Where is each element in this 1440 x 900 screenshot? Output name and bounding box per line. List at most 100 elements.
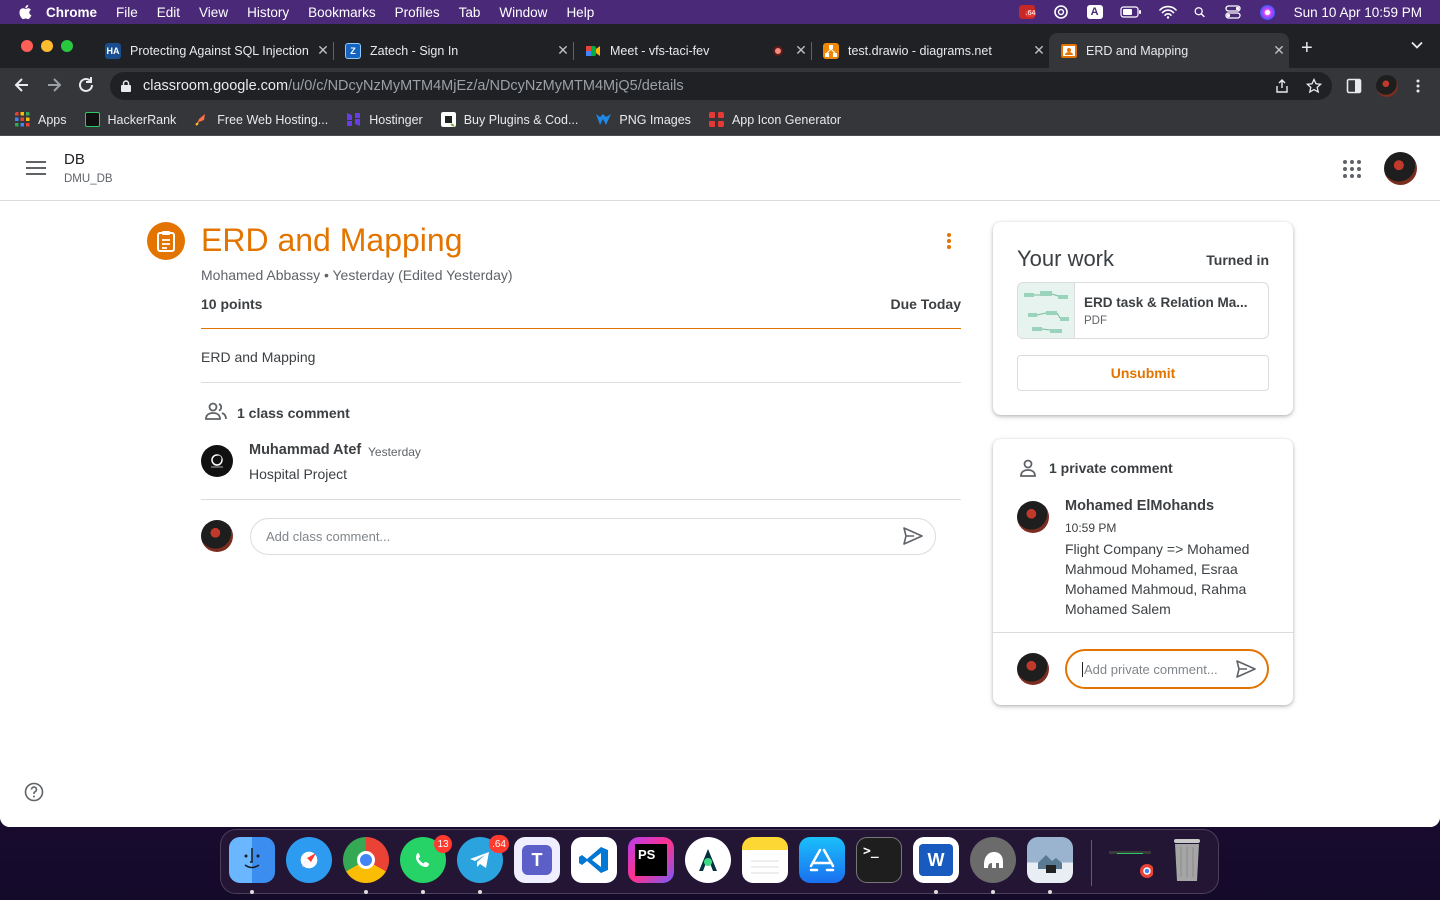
menu-window[interactable]: Window — [499, 5, 547, 20]
menu-bar: Chrome File Edit View History Bookmarks … — [0, 0, 1440, 24]
comment-text: Hospital Project — [249, 466, 348, 482]
tab-meet[interactable]: Meet - vfs-taci-fev ✕ — [573, 33, 811, 68]
side-panel-icon[interactable] — [1346, 78, 1362, 94]
menu-profiles[interactable]: Profiles — [395, 5, 440, 20]
tab-sql-injection[interactable]: HA Protecting Against SQL Injection ✕ — [93, 33, 333, 68]
dock-vscode-icon[interactable] — [571, 837, 617, 883]
bookmark-label: Apps — [38, 112, 67, 127]
window-zoom-button[interactable] — [61, 40, 73, 52]
back-arrow-icon[interactable] — [12, 75, 32, 95]
assignment-due: Due Today — [890, 296, 961, 312]
bookmark-png-images[interactable]: PNG Images — [596, 112, 691, 127]
send-icon[interactable] — [1236, 660, 1256, 678]
profile-avatar[interactable] — [1376, 75, 1398, 97]
battery-icon[interactable] — [1120, 5, 1142, 19]
dock-app-store-icon[interactable] — [799, 837, 845, 883]
my-avatar — [201, 520, 233, 552]
assignment-meta: Mohamed Abbassy • Yesterday (Edited Yest… — [201, 267, 513, 283]
menu-view[interactable]: View — [199, 5, 228, 20]
tab-close-icon[interactable]: ✕ — [1029, 42, 1049, 59]
my-avatar — [1017, 653, 1049, 685]
menu-history[interactable]: History — [247, 5, 289, 20]
help-icon[interactable] — [24, 782, 44, 802]
bookmark-free-web-hosting[interactable]: Free Web Hosting... — [194, 112, 328, 127]
dock-safari-icon[interactable] — [286, 837, 332, 883]
wifi-icon[interactable] — [1158, 5, 1177, 19]
class-comment-input[interactable]: Add class comment... — [250, 518, 936, 555]
hamburger-menu-icon[interactable] — [26, 160, 46, 176]
input-source-icon[interactable]: A — [1086, 5, 1103, 19]
tab-close-icon[interactable]: ✕ — [791, 42, 811, 59]
bookmark-hostinger[interactable]: Hostinger — [346, 112, 423, 127]
class-name[interactable]: DB — [64, 151, 85, 168]
menu-edit[interactable]: Edit — [157, 5, 180, 20]
class-comments-title[interactable]: 1 class comment — [237, 405, 350, 421]
menu-app-name[interactable]: Chrome — [46, 5, 97, 20]
bookmark-apps[interactable]: Apps — [15, 112, 67, 127]
dock-separator — [1091, 840, 1092, 886]
dock-preview-icon[interactable] — [1027, 837, 1073, 883]
account-avatar[interactable] — [1384, 152, 1417, 185]
classroom-page: DB DMU_DB ERD and Mapping Mohamed Abbass… — [0, 136, 1440, 827]
status-app-icon[interactable]: .64 — [1018, 5, 1037, 19]
unsubmit-button[interactable]: Unsubmit — [1017, 355, 1269, 391]
tab-search-chevron-icon[interactable] — [1410, 38, 1424, 52]
menu-clock[interactable]: Sun 10 Apr 10:59 PM — [1294, 5, 1422, 20]
bookmark-hackerrank[interactable]: HackerRank — [84, 112, 176, 127]
dock-chrome-minimized-window[interactable] — [1107, 837, 1153, 883]
phpstorm-letters-icon: PS — [635, 844, 667, 876]
new-tab-plus-icon[interactable]: + — [1301, 37, 1313, 60]
control-center-icon[interactable] — [1225, 5, 1243, 19]
dock-whatsapp-icon[interactable]: 13 — [400, 835, 452, 883]
bookmark-buy-plugins[interactable]: Buy Plugins & Cod... — [440, 112, 578, 127]
creative-cloud-icon[interactable] — [1052, 5, 1070, 19]
bookmark-star-icon[interactable] — [1306, 78, 1322, 94]
private-comment-divider — [993, 632, 1293, 633]
lock-icon[interactable] — [121, 80, 131, 92]
dock-sequel-ace-icon[interactable] — [970, 837, 1016, 883]
dock-teams-icon[interactable]: T — [514, 837, 560, 883]
bookmark-app-icon-generator[interactable]: App Icon Generator — [708, 112, 841, 127]
tab-drawio[interactable]: test.drawio - diagrams.net ✕ — [811, 33, 1049, 68]
dock-chrome-icon[interactable] — [343, 837, 389, 883]
dock-android-studio-icon[interactable] — [685, 837, 731, 883]
tab-close-icon[interactable]: ✕ — [1269, 42, 1289, 59]
attachment-name: ERD task & Relation Ma... — [1084, 295, 1248, 310]
word-w-icon: W — [919, 844, 953, 876]
forward-arrow-icon[interactable] — [44, 75, 64, 95]
apple-icon[interactable] — [18, 4, 32, 20]
send-icon[interactable] — [903, 527, 923, 545]
address-bar[interactable]: classroom.google.com/u/0/c/NDcyNzMyMTM4M… — [110, 72, 1332, 100]
attachment-card[interactable]: ERD task & Relation Ma... PDF — [1017, 282, 1269, 339]
phone-icon — [416, 853, 429, 867]
window-minimize-button[interactable] — [41, 40, 53, 52]
reload-icon[interactable] — [76, 75, 96, 95]
compass-icon — [302, 853, 316, 867]
tab-close-icon[interactable]: ✕ — [553, 42, 573, 59]
dock-phpstorm-icon[interactable]: PS — [628, 837, 674, 883]
menu-tab[interactable]: Tab — [459, 5, 481, 20]
dock-telegram-icon[interactable]: .64 — [457, 835, 509, 883]
private-comment-text: Flight Company => Mohamed Mahmoud Mohame… — [1065, 541, 1250, 617]
menu-help[interactable]: Help — [566, 5, 594, 20]
spotlight-search-icon[interactable] — [1194, 5, 1208, 19]
dock-finder-icon[interactable] — [229, 837, 275, 883]
dock-trash-icon[interactable] — [1164, 837, 1210, 883]
google-apps-grid-icon[interactable] — [1343, 160, 1361, 178]
tab-erd-mapping-active[interactable]: ERD and Mapping ✕ — [1049, 33, 1289, 68]
tab-close-icon[interactable]: ✕ — [313, 42, 333, 59]
chrome-menu-kebab-icon[interactable] — [1410, 78, 1426, 94]
attachment-type: PDF — [1084, 315, 1107, 327]
menu-bookmarks[interactable]: Bookmarks — [308, 5, 376, 20]
assignment-more-options-icon[interactable] — [940, 232, 958, 250]
window-close-button[interactable] — [21, 40, 33, 52]
dock-terminal-icon[interactable]: >_ — [856, 837, 902, 883]
share-icon[interactable] — [1274, 78, 1290, 94]
siri-icon[interactable] — [1259, 4, 1275, 20]
tab-zatech[interactable]: Z Zatech - Sign In ✕ — [333, 33, 573, 68]
dock-notes-icon[interactable] — [742, 837, 788, 883]
dock-word-icon[interactable]: W — [913, 837, 959, 883]
menu-file[interactable]: File — [116, 5, 138, 20]
person-icon — [1020, 459, 1036, 477]
minimized-window-icon — [1109, 851, 1153, 878]
